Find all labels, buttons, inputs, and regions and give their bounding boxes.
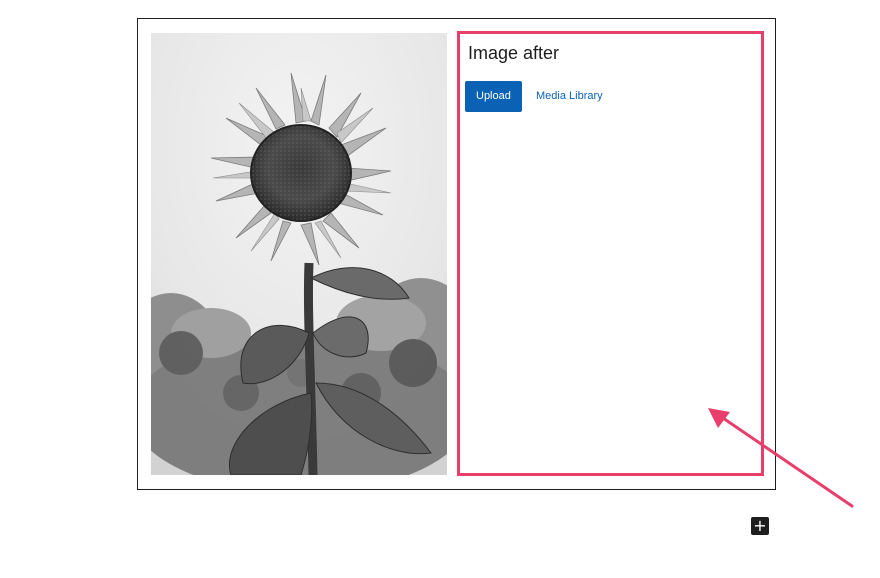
annotation-arrow: [708, 408, 854, 508]
add-block-button[interactable]: +: [751, 517, 769, 535]
annotation-arrow-line: [718, 414, 854, 508]
placeholder-title: Image after: [468, 43, 560, 63]
before-image[interactable]: [151, 33, 447, 475]
annotation-arrow-head: [708, 408, 730, 428]
upload-button[interactable]: Upload: [465, 81, 522, 112]
media-library-link[interactable]: Media Library: [536, 81, 603, 112]
plus-icon: +: [753, 516, 767, 535]
sunflower-photo: [151, 33, 447, 475]
